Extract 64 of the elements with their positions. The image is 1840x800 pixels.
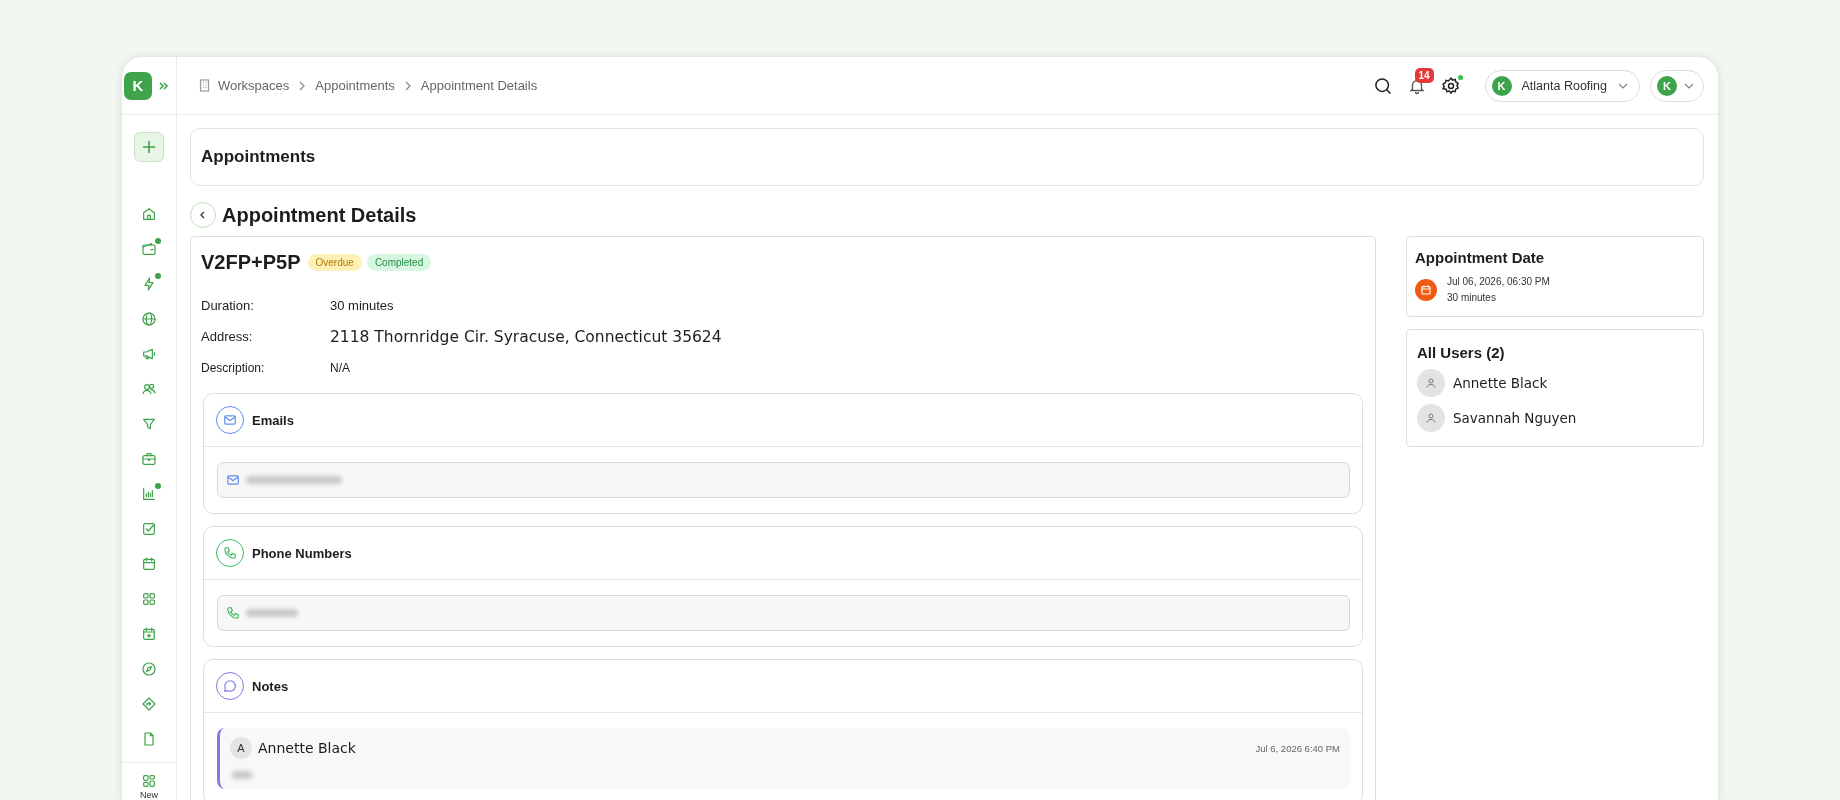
notification-badge: 14	[1414, 67, 1434, 83]
field-label: Address:	[201, 329, 254, 344]
card-title: Appointment Date	[1415, 249, 1546, 266]
compass-icon[interactable]	[141, 660, 157, 677]
globe-icon[interactable]	[141, 310, 157, 327]
section-title: Emails	[252, 412, 294, 428]
add-button[interactable]	[134, 132, 164, 162]
person-icon	[1425, 377, 1437, 389]
wallet-icon[interactable]	[141, 240, 157, 257]
chat-bubble-icon	[223, 679, 237, 693]
appointment-datetime: Jul 06, 2026, 06:30 PM	[1447, 275, 1550, 289]
lightning-icon[interactable]	[141, 275, 157, 292]
section-title: Notes	[252, 678, 289, 694]
calendar-icon	[1420, 284, 1432, 296]
directions-icon[interactable]	[141, 695, 157, 712]
envelope-icon	[226, 473, 240, 487]
field-value: 2118 Thornridge Cir. Syracuse, Connecticut 35624	[330, 327, 723, 346]
phone-field[interactable]	[217, 595, 1350, 631]
section-header: Appointments	[190, 128, 1704, 186]
field-label: Duration:	[201, 298, 255, 313]
search-icon[interactable]	[1372, 75, 1393, 96]
breadcrumb-link[interactable]: Appointment Details	[420, 78, 538, 93]
back-button[interactable]	[190, 202, 216, 228]
phone-icon	[226, 606, 240, 620]
envelope-icon	[223, 413, 237, 427]
profile-logo: K	[1657, 75, 1677, 96]
appointment-duration: 30 minutes	[1447, 291, 1497, 305]
calendar-icon[interactable]	[141, 555, 157, 572]
bar-chart-icon[interactable]	[141, 485, 157, 502]
document-icon[interactable]	[141, 730, 157, 747]
workspace-logo: K	[1491, 75, 1512, 96]
grid-icon[interactable]	[141, 590, 157, 607]
person-icon	[1425, 412, 1437, 424]
card-title: All Users (2)	[1417, 344, 1506, 361]
app-logo[interactable]: K	[124, 71, 152, 100]
field-value: N/A	[330, 360, 351, 375]
home-icon[interactable]	[141, 205, 157, 222]
grid-icon[interactable]	[141, 773, 157, 789]
new-label: New	[140, 790, 158, 800]
page-title: Appointment Details	[222, 203, 417, 227]
building-icon	[199, 79, 210, 92]
note-time: Jul 6, 2026 6:40 PM	[1255, 742, 1340, 754]
status-badge: Completed	[366, 254, 432, 271]
breadcrumb-link[interactable]: Workspaces	[218, 78, 290, 93]
email-field[interactable]	[217, 462, 1350, 498]
phone-icon	[223, 546, 237, 560]
settings-icon[interactable]	[1440, 75, 1461, 96]
expand-icon[interactable]	[158, 79, 170, 92]
field-label: Description:	[201, 360, 266, 375]
plus-icon	[141, 139, 157, 155]
breadcrumb-link[interactable]: Appointments	[315, 78, 395, 93]
user-name: Savannah Nguyen	[1453, 410, 1577, 426]
field-value: 30 minutes	[330, 298, 395, 313]
appointment-code: V2FP+P5P	[201, 251, 301, 274]
avatar-initial: A	[230, 737, 252, 759]
checkbox-icon[interactable]	[141, 520, 157, 537]
status-badge: Overdue	[307, 254, 362, 271]
section-title: Phone Numbers	[252, 545, 352, 561]
note-author: Annette Black	[258, 740, 356, 756]
calendar-plus-icon[interactable]	[141, 625, 157, 642]
redacted-text	[232, 771, 252, 779]
user-name: Annette Black	[1453, 375, 1548, 391]
briefcase-icon[interactable]	[141, 450, 157, 467]
redacted-text	[246, 609, 298, 617]
